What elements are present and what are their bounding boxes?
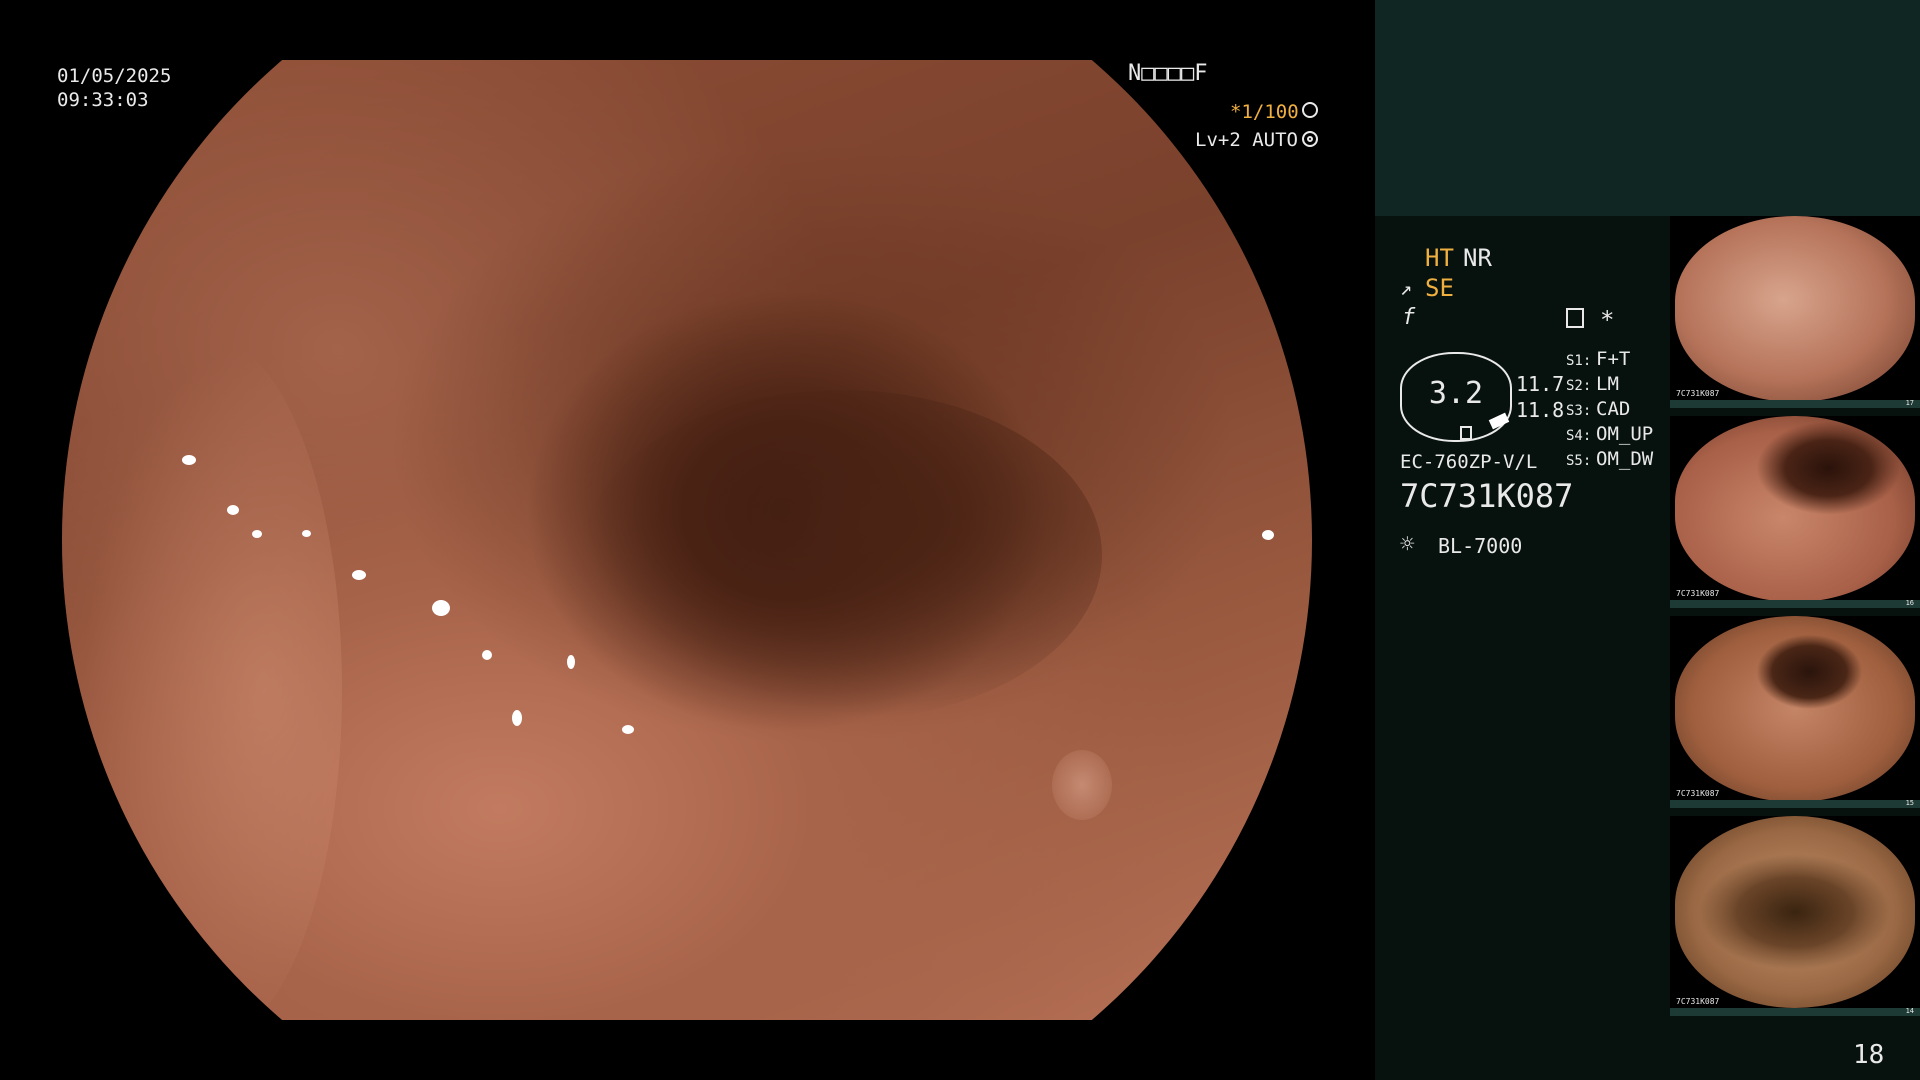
ht-label: HT <box>1425 244 1454 272</box>
highlight <box>182 455 196 465</box>
fx-icon: f <box>1402 305 1416 330</box>
thumbnail-image <box>1675 216 1915 402</box>
thumbnail-serial: 7C731K087 <box>1676 389 1720 398</box>
menu-icon <box>1566 308 1584 328</box>
switch-key: S4: <box>1566 428 1592 444</box>
highlight <box>512 710 522 726</box>
thumbnail[interactable]: 15 7C731K087 <box>1670 616 1920 808</box>
highlight <box>482 650 492 660</box>
highlight <box>252 530 262 538</box>
switch-value: LM <box>1596 373 1619 395</box>
switch-key: S2: <box>1566 378 1592 394</box>
zoom-value: 3.2 <box>1428 376 1484 411</box>
thumbnail-serial: 7C731K087 <box>1676 589 1720 598</box>
thumbnail-serial: 7C731K087 <box>1676 789 1720 798</box>
highlight <box>227 505 239 515</box>
switch-row: S1: F+T <box>1566 348 1653 373</box>
switch-row: S5: OM_DW <box>1566 448 1653 473</box>
se-label: SE <box>1425 274 1454 302</box>
switch-value: OM_DW <box>1596 448 1654 470</box>
endoscope-view <box>62 60 1312 1020</box>
switch-value: OM_UP <box>1596 423 1654 445</box>
shutter-label: *1/100 <box>1230 101 1299 123</box>
scope-serial: 7C731K087 <box>1400 477 1574 515</box>
switch-row: S3: CAD <box>1566 398 1653 423</box>
thumbnail-image <box>1675 816 1915 1008</box>
thumbnail-bar <box>1670 600 1920 608</box>
light-icon: ☼ <box>1400 530 1415 558</box>
highlight <box>432 600 450 616</box>
time-label: 09:33:03 <box>57 89 149 111</box>
zoom-indicator: 3.2 <box>1400 352 1512 442</box>
highlight <box>302 530 311 537</box>
thumbnail-index: 16 <box>1905 599 1914 607</box>
switch-key: S3: <box>1566 403 1592 419</box>
thumbnail-bar <box>1670 800 1920 808</box>
switch-row: S4: OM_UP <box>1566 423 1653 448</box>
switch-value: F+T <box>1596 348 1631 370</box>
switch-row: S2: LM <box>1566 373 1653 398</box>
thumbnail-bar <box>1670 400 1920 408</box>
polyp <box>1052 750 1112 820</box>
thumbnail[interactable]: 14 7C731K087 <box>1670 816 1920 1016</box>
highlight <box>1262 530 1274 540</box>
lumen-fold <box>582 390 1102 720</box>
switch-key: S1: <box>1566 353 1592 369</box>
thumbnail-image <box>1675 616 1915 802</box>
image-count: 18 <box>1853 1040 1885 1070</box>
switch-list: S1: F+T S2: LM S3: CAD S4: OM_UP S5: OM_… <box>1566 348 1653 473</box>
thumbnail-index: 14 <box>1905 1007 1914 1015</box>
date-label: 01/05/2025 <box>57 65 172 87</box>
thumbnail[interactable]: 16 7C731K087 <box>1670 416 1920 608</box>
thumbnail-serial: 7C731K087 <box>1676 997 1720 1006</box>
level-label: Lv+2 AUTO <box>1195 129 1298 151</box>
patient-id: N□□□□F <box>1128 61 1208 86</box>
thumbnail-image <box>1675 416 1915 602</box>
value-b: 11.8 <box>1516 398 1565 422</box>
thumbnail[interactable]: 17 7C731K087 <box>1670 216 1920 408</box>
highlight <box>567 655 575 669</box>
value-a: 11.7 <box>1516 372 1565 396</box>
highlight <box>622 725 634 734</box>
switch-value: CAD <box>1596 398 1631 420</box>
thumbnail-index: 17 <box>1905 399 1914 407</box>
iris-icon <box>1302 131 1318 147</box>
left-fold <box>82 340 342 1020</box>
thumbnail-bar <box>1670 1008 1920 1016</box>
light-source: BL-7000 <box>1438 534 1523 558</box>
aperture-icon <box>1302 102 1318 118</box>
thumbnail-index: 15 <box>1905 799 1914 807</box>
nr-label: NR <box>1463 244 1492 272</box>
enhance-icon: ↗ <box>1400 276 1413 300</box>
highlight <box>352 570 366 580</box>
asterisk-label: * <box>1600 306 1615 334</box>
scope-model: EC-760ZP-V/L <box>1400 451 1538 473</box>
zoom-marker <box>1460 426 1472 440</box>
switch-key: S5: <box>1566 453 1592 469</box>
panel-header <box>1375 0 1920 216</box>
